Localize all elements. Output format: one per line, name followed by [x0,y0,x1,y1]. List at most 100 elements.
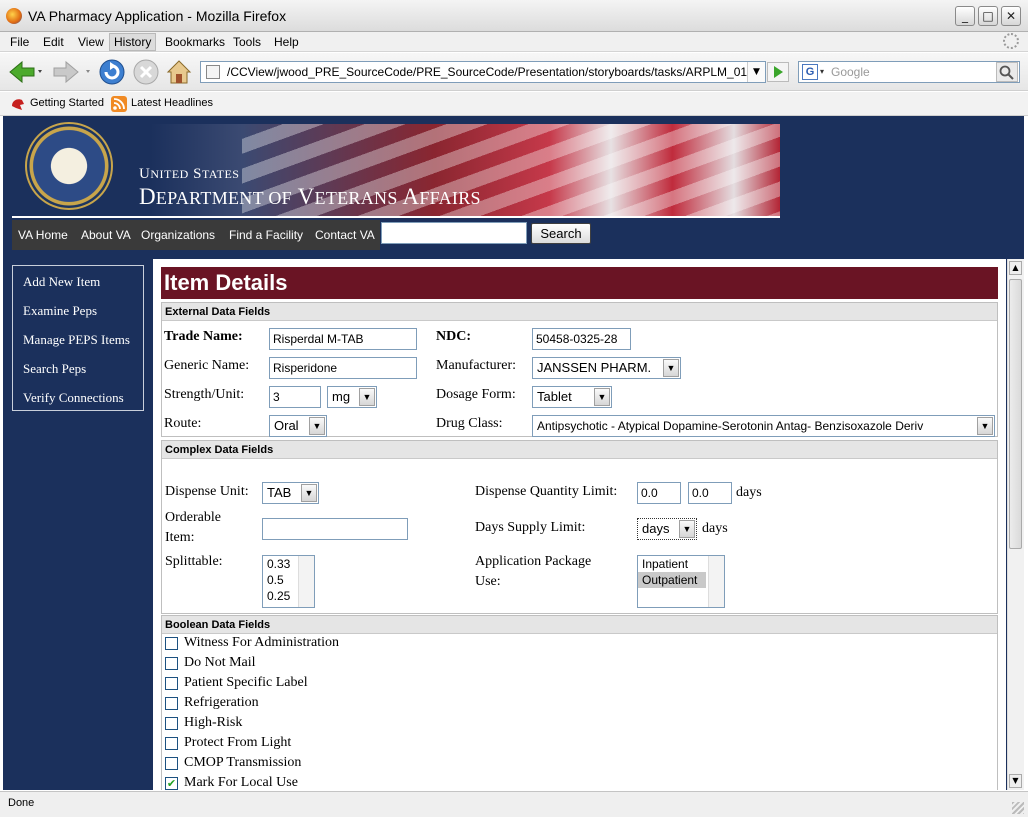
stop-icon[interactable] [132,58,160,86]
chevron-down-icon: ▼ [679,520,695,538]
listbox-scrollbar[interactable] [708,556,724,607]
nav-contact-va[interactable]: Contact VA [315,228,375,242]
dispense-days-field[interactable]: 0.0 [688,482,732,504]
page-viewport: UNITED STATES DEPARTMENT OF VETERANS AFF… [3,116,1024,790]
menu-view[interactable]: View [74,34,108,50]
forward-button[interactable] [52,60,96,84]
dosage-form-select[interactable]: Tablet ▼ [532,386,612,408]
go-icon[interactable] [767,62,789,82]
splittable-listbox[interactable]: 0.33 0.5 0.25 [262,555,315,608]
reload-icon[interactable] [98,58,126,86]
listbox-scrollbar[interactable] [298,556,314,607]
sidenav-examine-peps[interactable]: Examine Peps [23,303,97,319]
external-data-heading: External Data Fields [162,303,997,321]
checkbox-label: CMOP Transmission [184,755,302,770]
window-title: VA Pharmacy Application - Mozilla Firefo… [28,8,287,24]
web-search-input[interactable]: G ▾ Google [798,61,1020,83]
drug-class-select[interactable]: Antipsychotic - Atypical Dopamine-Seroto… [532,415,995,437]
engine-dropdown-icon[interactable]: ▾ [820,62,824,82]
orderable-item-label-line1: Orderable [165,510,221,525]
checkbox[interactable] [165,677,178,690]
dispense-quantity-limit-label: Dispense Quantity Limit: [475,484,618,499]
trade-name-label: Trade Name: [164,329,243,344]
site-search-input[interactable] [381,222,527,244]
nav-find-a-facility[interactable]: Find a Facility [229,228,303,242]
sidenav-manage-peps-items[interactable]: Manage PEPS Items [23,332,130,348]
dispense-quantity-field[interactable]: 0.0 [637,482,681,504]
checkbox-label: Witness For Administration [184,635,339,650]
scroll-up-icon[interactable]: ▲ [1009,261,1022,275]
dispense-unit-label: Dispense Unit: [165,484,249,499]
checkbox[interactable] [165,757,178,770]
route-label: Route: [164,416,202,431]
sidenav-verify-connections[interactable]: Verify Connections [23,390,124,406]
menu-help[interactable]: Help [270,34,303,50]
checkbox[interactable] [165,737,178,750]
home-icon[interactable] [166,58,192,86]
url-dropdown-icon[interactable]: ▼ [747,62,765,82]
navigation-toolbar: /CCView/jwood_PRE_SourceCode/PRE_SourceC… [0,53,1028,91]
maximize-button[interactable]: □ [978,6,998,26]
bookmark-latest-headlines[interactable]: Latest Headlines [131,97,213,109]
strength-field[interactable]: 3 [269,386,321,408]
checkbox-label: Patient Specific Label [184,675,308,690]
dispense-unit-select[interactable]: TAB ▼ [262,482,319,504]
trade-name-field[interactable]: Risperdal M-TAB [269,328,417,350]
throbber-icon [1003,33,1019,49]
unit-select[interactable]: mg ▼ [327,386,377,408]
site-search-button[interactable]: Search [531,223,591,244]
checkbox-label: Mark For Local Use [184,775,298,790]
minimize-button[interactable]: _ [955,6,975,26]
ndc-field[interactable]: 50458-0325-28 [532,328,631,350]
menu-file[interactable]: File [6,34,33,50]
banner-department-name: DEPARTMENT OF VETERANS AFFAIRS [139,184,481,209]
checkbox[interactable] [165,657,178,670]
search-engine-icon[interactable]: G [802,64,818,80]
menu-tools[interactable]: Tools [229,34,265,50]
manufacturer-label: Manufacturer: [436,358,517,373]
scroll-down-icon[interactable]: ▼ [1009,774,1022,788]
sidenav-search-peps[interactable]: Search Peps [23,361,86,377]
menu-edit[interactable]: Edit [39,34,68,50]
route-select[interactable]: Oral ▼ [269,415,327,437]
scrollbar-thumb[interactable] [1009,279,1022,549]
bookmark-getting-started[interactable]: Getting Started [30,97,104,109]
manufacturer-value: JANSSEN PHARM. [537,360,652,375]
days-supply-select[interactable]: days ▼ [637,518,697,540]
checkbox-label: Protect From Light [184,735,292,750]
web-search-placeholder: Google [831,65,870,79]
checkbox[interactable] [165,717,178,730]
manufacturer-select[interactable]: JANSSEN PHARM. ▼ [532,357,681,379]
nav-about-va[interactable]: About VA [81,228,131,242]
checkbox[interactable]: ✔ [165,777,178,790]
page-icon [206,65,220,79]
url-bar[interactable]: /CCView/jwood_PRE_SourceCode/PRE_SourceC… [200,61,766,83]
generic-name-field[interactable]: Risperidone [269,357,417,379]
application-package-listbox[interactable]: Inpatient Outpatient [637,555,725,608]
splittable-label: Splittable: [165,554,223,569]
chevron-down-icon: ▼ [359,388,375,406]
dispense-days-unit: days [736,485,762,500]
menu-history[interactable]: History [109,33,157,51]
banner-divider [12,216,780,218]
nav-organizations[interactable]: Organizations [141,228,215,242]
generic-name-label: Generic Name: [164,358,250,373]
dosage-form-value: Tablet [537,389,572,404]
resize-grip-icon[interactable] [1012,802,1024,814]
checkbox[interactable] [165,637,178,650]
orderable-item-field[interactable] [262,518,408,540]
search-icon[interactable] [996,62,1018,82]
menu-bookmarks[interactable]: Bookmarks [161,34,229,50]
checkbox[interactable] [165,697,178,710]
close-button[interactable]: ✕ [1001,6,1021,26]
nav-va-home[interactable]: VA Home [18,228,68,242]
va-seal-logo [25,122,113,210]
dispense-unit-value: TAB [267,485,292,500]
rss-feed-icon [111,96,127,112]
sidenav-add-new-item[interactable]: Add New Item [23,274,100,290]
complex-data-heading: Complex Data Fields [162,441,997,459]
app-package-option-outpatient[interactable]: Outpatient [638,572,706,588]
dosage-form-label: Dosage Form: [436,387,516,402]
back-button[interactable] [8,60,44,84]
checkbox-label: High-Risk [184,715,243,730]
